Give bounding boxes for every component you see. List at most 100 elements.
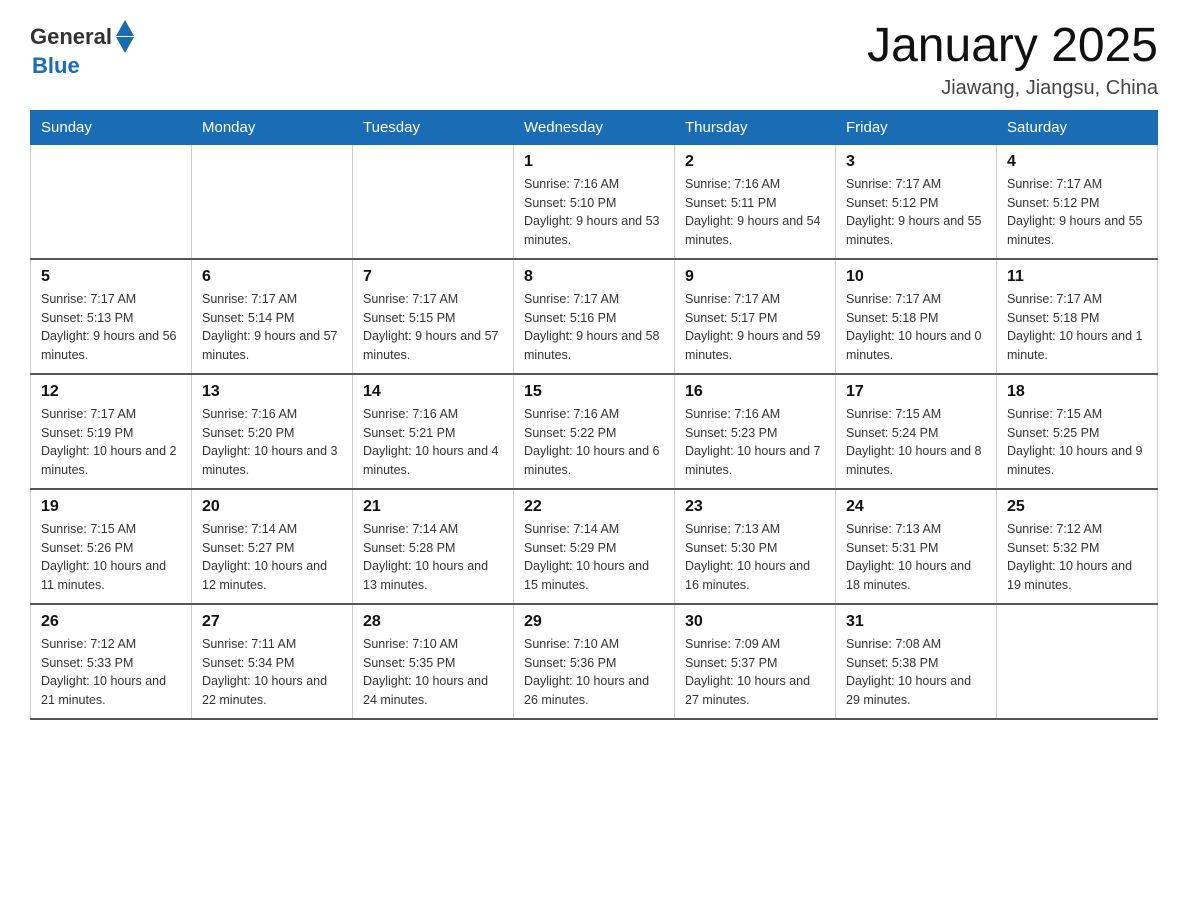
day-number: 12 <box>41 383 181 401</box>
calendar-cell: 26 Sunrise: 7:12 AMSunset: 5:33 PMDayligh… <box>31 604 192 719</box>
day-info: Sunrise: 7:16 AMSunset: 5:10 PMDaylight:… <box>524 175 664 250</box>
day-number: 19 <box>41 498 181 516</box>
weekday-header-wednesday: Wednesday <box>514 110 675 144</box>
calendar-cell: 6 Sunrise: 7:17 AMSunset: 5:14 PMDaylight… <box>192 259 353 374</box>
calendar-cell: 28 Sunrise: 7:10 AMSunset: 5:35 PMDayligh… <box>353 604 514 719</box>
day-number: 3 <box>846 153 986 171</box>
day-number: 29 <box>524 613 664 631</box>
calendar-cell <box>997 604 1158 719</box>
weekday-header-tuesday: Tuesday <box>353 110 514 144</box>
day-info: Sunrise: 7:17 AMSunset: 5:16 PMDaylight:… <box>524 290 664 365</box>
day-number: 26 <box>41 613 181 631</box>
day-info: Sunrise: 7:17 AMSunset: 5:14 PMDaylight:… <box>202 290 342 365</box>
calendar-week-row: 26 Sunrise: 7:12 AMSunset: 5:33 PMDayligh… <box>31 604 1158 719</box>
day-info: Sunrise: 7:16 AMSunset: 5:11 PMDaylight:… <box>685 175 825 250</box>
page-header: General Blue January 2025 Jiawang, Jiang… <box>30 20 1158 100</box>
calendar-cell: 17 Sunrise: 7:15 AMSunset: 5:24 PMDayligh… <box>836 374 997 489</box>
calendar-cell <box>192 144 353 259</box>
day-info: Sunrise: 7:17 AMSunset: 5:17 PMDaylight:… <box>685 290 825 365</box>
day-info: Sunrise: 7:10 AMSunset: 5:35 PMDaylight:… <box>363 635 503 710</box>
day-number: 15 <box>524 383 664 401</box>
calendar-cell: 2 Sunrise: 7:16 AMSunset: 5:11 PMDaylight… <box>675 144 836 259</box>
calendar-cell: 15 Sunrise: 7:16 AMSunset: 5:22 PMDayligh… <box>514 374 675 489</box>
day-info: Sunrise: 7:14 AMSunset: 5:28 PMDaylight:… <box>363 520 503 595</box>
day-info: Sunrise: 7:16 AMSunset: 5:20 PMDaylight:… <box>202 405 342 480</box>
calendar-week-row: 1 Sunrise: 7:16 AMSunset: 5:10 PMDaylight… <box>31 144 1158 259</box>
day-info: Sunrise: 7:10 AMSunset: 5:36 PMDaylight:… <box>524 635 664 710</box>
day-info: Sunrise: 7:15 AMSunset: 5:24 PMDaylight:… <box>846 405 986 480</box>
calendar-title: January 2025 <box>867 20 1158 73</box>
calendar-cell: 9 Sunrise: 7:17 AMSunset: 5:17 PMDaylight… <box>675 259 836 374</box>
day-number: 9 <box>685 268 825 286</box>
weekday-header-row: SundayMondayTuesdayWednesdayThursdayFrid… <box>31 110 1158 144</box>
title-block: January 2025 Jiawang, Jiangsu, China <box>867 20 1158 100</box>
calendar-cell <box>31 144 192 259</box>
day-info: Sunrise: 7:12 AMSunset: 5:33 PMDaylight:… <box>41 635 181 710</box>
day-number: 4 <box>1007 153 1147 171</box>
day-info: Sunrise: 7:17 AMSunset: 5:18 PMDaylight:… <box>846 290 986 365</box>
calendar-cell: 18 Sunrise: 7:15 AMSunset: 5:25 PMDayligh… <box>997 374 1158 489</box>
calendar-cell <box>353 144 514 259</box>
day-number: 2 <box>685 153 825 171</box>
weekday-header-thursday: Thursday <box>675 110 836 144</box>
day-number: 14 <box>363 383 503 401</box>
day-number: 1 <box>524 153 664 171</box>
day-number: 17 <box>846 383 986 401</box>
calendar-cell: 31Sunrise: 7:08 AMSunset: 5:38 PMDayligh… <box>836 604 997 719</box>
calendar-cell: 14 Sunrise: 7:16 AMSunset: 5:21 PMDayligh… <box>353 374 514 489</box>
day-number: 20 <box>202 498 342 516</box>
weekday-header-sunday: Sunday <box>31 110 192 144</box>
weekday-header-monday: Monday <box>192 110 353 144</box>
calendar-cell: 16 Sunrise: 7:16 AMSunset: 5:23 PMDayligh… <box>675 374 836 489</box>
day-number: 11 <box>1007 268 1147 286</box>
day-info: Sunrise: 7:17 AMSunset: 5:15 PMDaylight:… <box>363 290 503 365</box>
calendar-cell: 24Sunrise: 7:13 AMSunset: 5:31 PMDayligh… <box>836 489 997 604</box>
day-number: 6 <box>202 268 342 286</box>
day-info: Sunrise: 7:11 AMSunset: 5:34 PMDaylight:… <box>202 635 342 710</box>
day-info: Sunrise: 7:17 AMSunset: 5:12 PMDaylight:… <box>1007 175 1147 250</box>
calendar-cell: 23Sunrise: 7:13 AMSunset: 5:30 PMDayligh… <box>675 489 836 604</box>
logo-blue-text: Blue <box>32 53 80 79</box>
calendar-cell: 11 Sunrise: 7:17 AMSunset: 5:18 PMDayligh… <box>997 259 1158 374</box>
day-info: Sunrise: 7:17 AMSunset: 5:18 PMDaylight:… <box>1007 290 1147 365</box>
day-info: Sunrise: 7:14 AMSunset: 5:27 PMDaylight:… <box>202 520 342 595</box>
day-number: 31 <box>846 613 986 631</box>
day-info: Sunrise: 7:15 AMSunset: 5:26 PMDaylight:… <box>41 520 181 595</box>
day-number: 18 <box>1007 383 1147 401</box>
day-number: 13 <box>202 383 342 401</box>
day-info: Sunrise: 7:12 AMSunset: 5:32 PMDaylight:… <box>1007 520 1147 595</box>
day-number: 8 <box>524 268 664 286</box>
calendar-cell: 5 Sunrise: 7:17 AMSunset: 5:13 PMDaylight… <box>31 259 192 374</box>
day-info: Sunrise: 7:17 AMSunset: 5:13 PMDaylight:… <box>41 290 181 365</box>
day-number: 27 <box>202 613 342 631</box>
calendar-subtitle: Jiawang, Jiangsu, China <box>867 77 1158 100</box>
calendar-cell: 10Sunrise: 7:17 AMSunset: 5:18 PMDayligh… <box>836 259 997 374</box>
calendar-week-row: 12Sunrise: 7:17 AMSunset: 5:19 PMDayligh… <box>31 374 1158 489</box>
day-number: 22 <box>524 498 664 516</box>
calendar-cell: 30Sunrise: 7:09 AMSunset: 5:37 PMDayligh… <box>675 604 836 719</box>
calendar-cell: 8 Sunrise: 7:17 AMSunset: 5:16 PMDaylight… <box>514 259 675 374</box>
calendar-cell: 3 Sunrise: 7:17 AMSunset: 5:12 PMDaylight… <box>836 144 997 259</box>
day-info: Sunrise: 7:15 AMSunset: 5:25 PMDaylight:… <box>1007 405 1147 480</box>
day-number: 28 <box>363 613 503 631</box>
day-number: 25 <box>1007 498 1147 516</box>
calendar-cell: 12Sunrise: 7:17 AMSunset: 5:19 PMDayligh… <box>31 374 192 489</box>
calendar-cell: 7 Sunrise: 7:17 AMSunset: 5:15 PMDaylight… <box>353 259 514 374</box>
day-info: Sunrise: 7:14 AMSunset: 5:29 PMDaylight:… <box>524 520 664 595</box>
calendar-cell: 27 Sunrise: 7:11 AMSunset: 5:34 PMDayligh… <box>192 604 353 719</box>
calendar-cell: 19 Sunrise: 7:15 AMSunset: 5:26 PMDayligh… <box>31 489 192 604</box>
weekday-header-friday: Friday <box>836 110 997 144</box>
weekday-header-saturday: Saturday <box>997 110 1158 144</box>
day-info: Sunrise: 7:16 AMSunset: 5:22 PMDaylight:… <box>524 405 664 480</box>
day-number: 21 <box>363 498 503 516</box>
day-info: Sunrise: 7:16 AMSunset: 5:23 PMDaylight:… <box>685 405 825 480</box>
day-number: 5 <box>41 268 181 286</box>
day-number: 7 <box>363 268 503 286</box>
day-info: Sunrise: 7:09 AMSunset: 5:37 PMDaylight:… <box>685 635 825 710</box>
day-info: Sunrise: 7:16 AMSunset: 5:21 PMDaylight:… <box>363 405 503 480</box>
day-number: 23 <box>685 498 825 516</box>
day-info: Sunrise: 7:17 AMSunset: 5:12 PMDaylight:… <box>846 175 986 250</box>
calendar-table: SundayMondayTuesdayWednesdayThursdayFrid… <box>30 110 1158 720</box>
day-number: 16 <box>685 383 825 401</box>
calendar-cell: 25 Sunrise: 7:12 AMSunset: 5:32 PMDayligh… <box>997 489 1158 604</box>
